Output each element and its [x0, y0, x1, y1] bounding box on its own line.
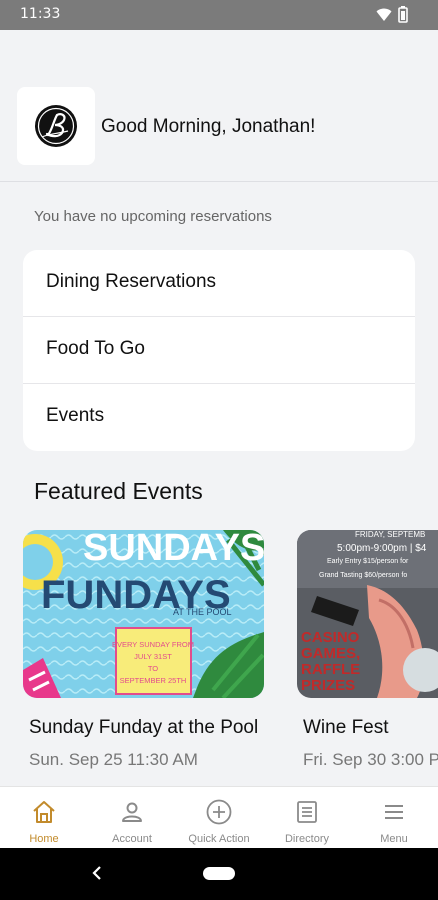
logo-emblem-icon: [35, 105, 77, 147]
person-icon: [122, 802, 142, 822]
event-date: Fri. Sep 30 3:00 PM: [303, 750, 438, 769]
system-nav-bar: [0, 848, 438, 900]
battery-icon: [398, 6, 408, 23]
poster-sign-text: TO: [148, 664, 158, 673]
poster-sign-text: JULY 31ST: [134, 652, 172, 661]
featured-events-heading: Featured Events: [34, 478, 203, 504]
quick-link-label: Dining Reservations: [46, 271, 217, 292]
poster-text: FRIDAY, SEPTEMB: [355, 530, 425, 539]
poster-headline-1: SUNDAYS: [83, 530, 264, 569]
poster-sign-text: EVERY SUNDAY FROM: [112, 640, 194, 649]
quick-link-label: Events: [46, 405, 105, 426]
event-card-image-sunday-funday[interactable]: SUNDAYS FUNDAYS AT THE POOL EVERY SUNDAY…: [23, 530, 264, 698]
home-pill-button[interactable]: [203, 867, 235, 880]
directory-icon: [297, 801, 317, 823]
poster-text: 5:00pm-9:00pm | $4: [337, 543, 427, 554]
status-time: 11:33: [20, 6, 61, 22]
no-reservations-text: You have no upcoming reservations: [34, 208, 272, 225]
poster-promo: CASINO: [301, 629, 360, 646]
tab-label: Home: [29, 833, 59, 845]
greeting-text: Good Morning, Jonathan!: [101, 116, 316, 137]
event-card-image-wine-fest[interactable]: FRIDAY, SEPTEMB 5:00pm-9:00pm | $4 Early…: [297, 530, 438, 698]
events-link[interactable]: Events: [23, 384, 415, 451]
tab-home[interactable]: Home: [0, 787, 88, 849]
header: Good Morning, Jonathan!: [0, 30, 438, 182]
back-icon[interactable]: [90, 864, 104, 882]
tab-directory[interactable]: Directory: [263, 787, 351, 849]
event-date: Sun. Sep 25 11:30 AM: [29, 750, 198, 769]
plus-circle-icon: [206, 799, 232, 825]
poster-promo: RAFFLE: [301, 661, 360, 678]
status-bar: 11:33: [0, 0, 438, 30]
poster-subheadline: AT THE POOL: [173, 607, 232, 617]
poster-sign-text: SEPTEMBER 25TH: [120, 676, 187, 685]
tab-label: Account: [112, 833, 152, 845]
event-title[interactable]: Sunday Funday at the Pool: [29, 717, 258, 739]
menu-icon: [385, 805, 403, 819]
wifi-icon: [376, 8, 392, 21]
food-to-go-link[interactable]: Food To Go: [23, 317, 415, 384]
tab-label: Quick Action: [188, 833, 250, 845]
tab-label: Menu: [380, 833, 408, 845]
home-icon: [33, 801, 55, 823]
bottom-tab-bar: Home Account Quick Action Directory Menu: [0, 786, 438, 848]
poster-text: Grand Tasting $60/person fo: [319, 572, 407, 579]
tab-menu[interactable]: Menu: [350, 787, 438, 849]
quick-links-card: Dining Reservations Food To Go Events: [23, 250, 415, 451]
quick-link-label: Food To Go: [46, 338, 145, 359]
tab-quick-action[interactable]: Quick Action: [175, 787, 263, 849]
tab-account[interactable]: Account: [88, 787, 176, 849]
poster-text: Early Entry $15/person for: [327, 558, 409, 565]
poster-promo: GAMES,: [301, 645, 360, 662]
event-title[interactable]: Wine Fest: [303, 717, 389, 739]
club-logo: [17, 87, 95, 165]
tab-label: Directory: [284, 833, 329, 845]
dining-reservations-link[interactable]: Dining Reservations: [23, 250, 415, 317]
poster-promo: PRIZES: [301, 677, 355, 694]
